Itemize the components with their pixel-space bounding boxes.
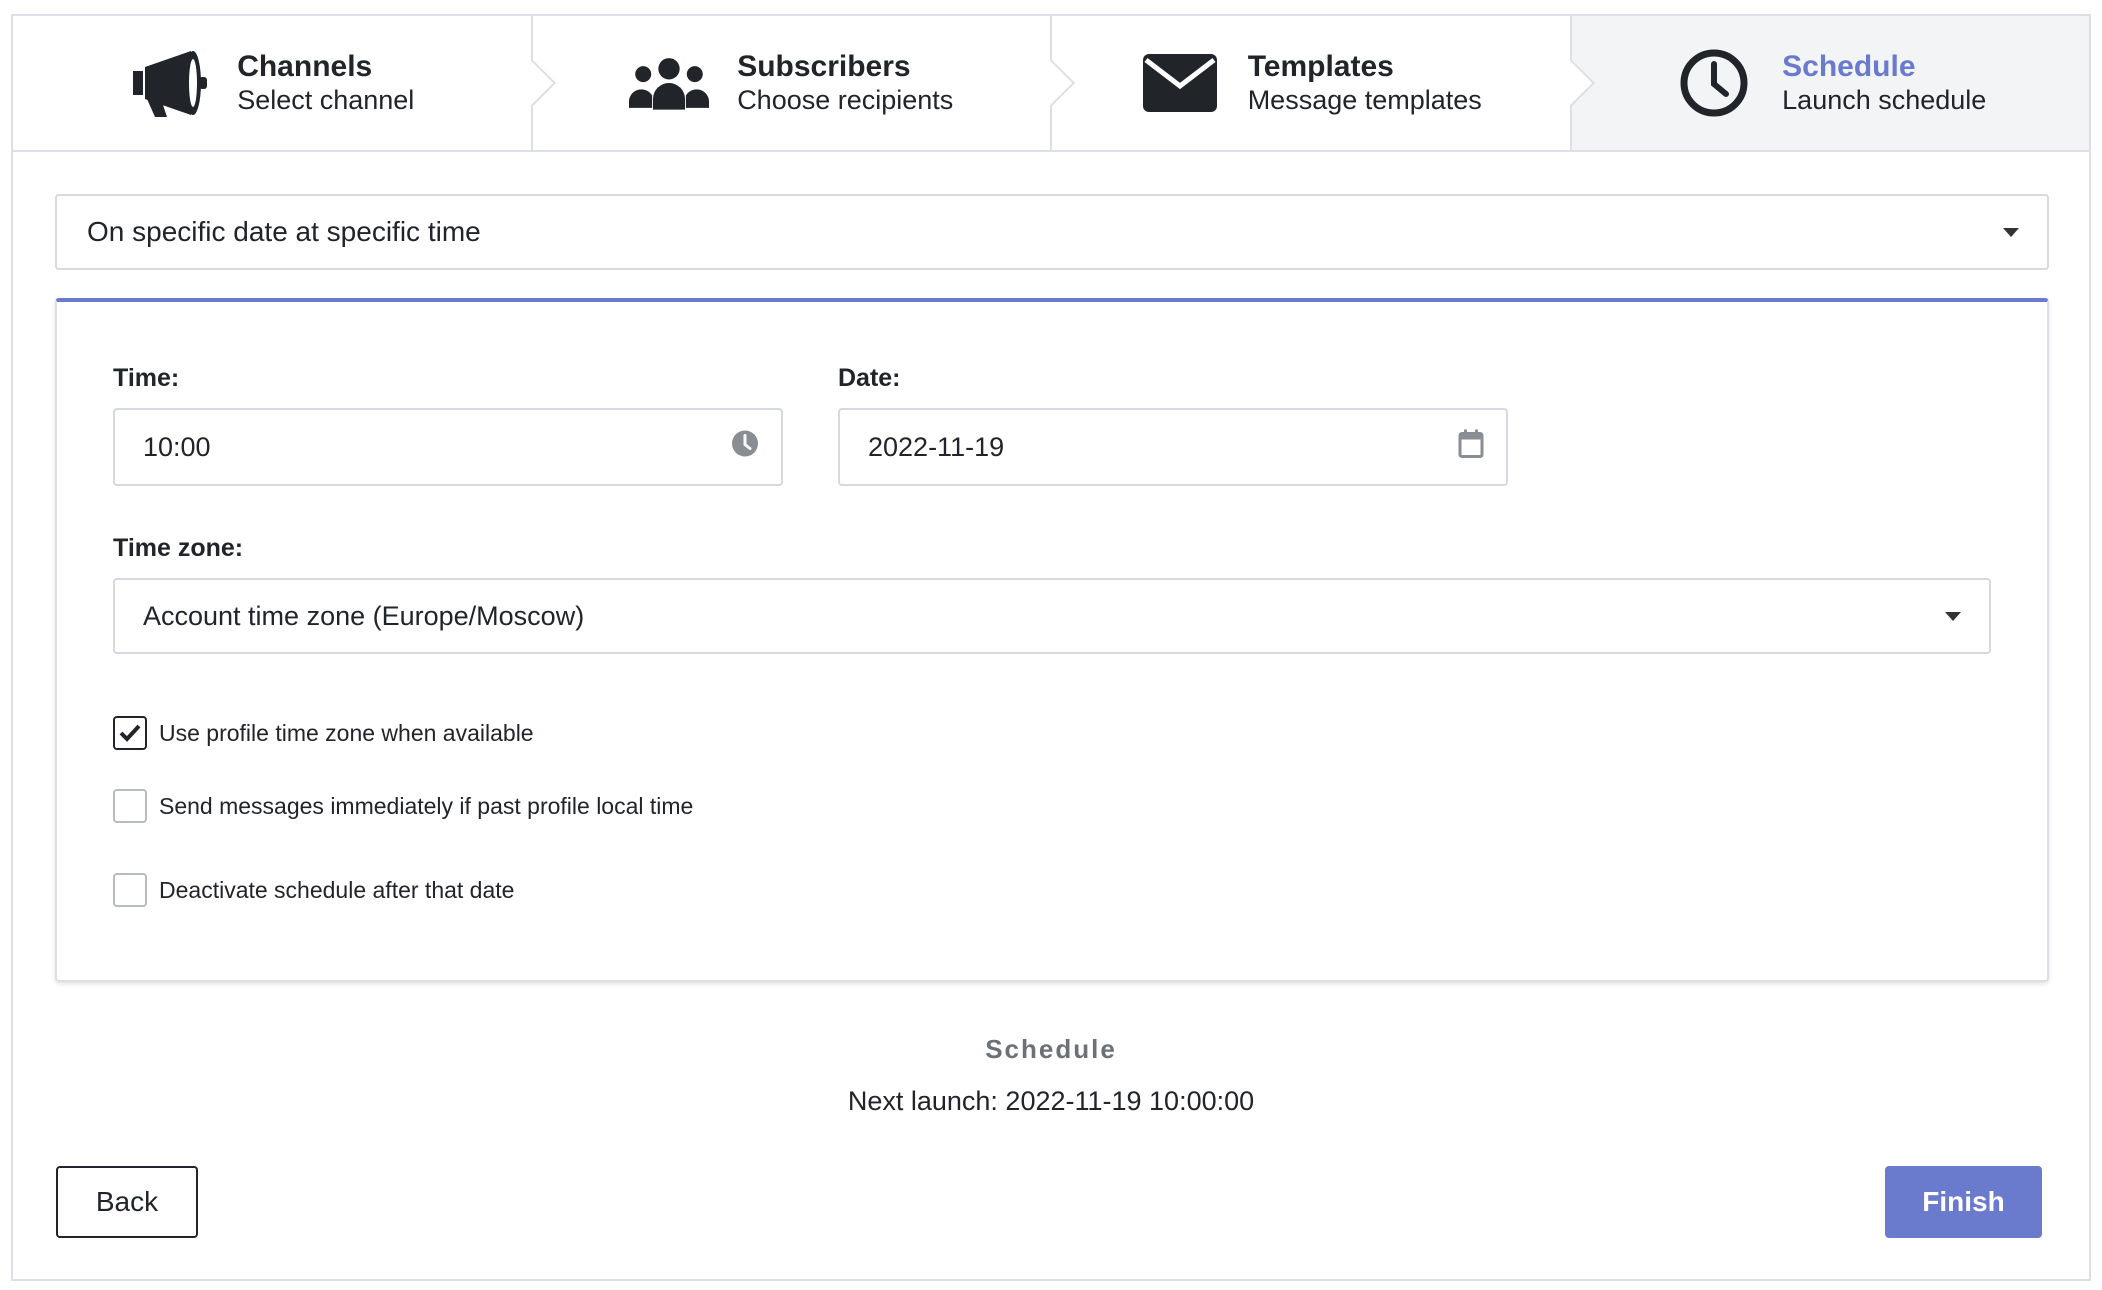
step-templates[interactable]: Templates Message templates — [1050, 16, 1595, 150]
back-button[interactable]: Back — [56, 1166, 198, 1238]
deactivate-schedule-label: Deactivate schedule after that date — [159, 876, 515, 903]
time-value: 10:00 — [143, 431, 211, 462]
step-title: Channels — [237, 50, 373, 83]
step-subtitle: Message templates — [1247, 85, 1482, 115]
send-immediately-checkbox[interactable] — [113, 789, 147, 823]
date-label: Date: — [838, 364, 901, 392]
date-input[interactable]: 2022-11-19 — [838, 408, 1508, 486]
chevron-down-icon — [2003, 228, 2019, 237]
step-title: Subscribers — [737, 50, 911, 83]
timezone-value: Account time zone (Europe/Moscow) — [143, 600, 585, 631]
checkmark-icon — [119, 724, 141, 742]
deactivate-schedule-option[interactable]: Deactivate schedule after that date — [113, 873, 514, 907]
users-icon — [629, 47, 710, 119]
envelope-icon — [1140, 47, 1220, 119]
profile-timezone-option[interactable]: Use profile time zone when available — [113, 716, 534, 750]
schedule-type-value: On specific date at specific time — [87, 216, 481, 247]
step-subtitle: Choose recipients — [737, 85, 954, 115]
step-subscribers[interactable]: Subscribers Choose recipients — [530, 16, 1076, 150]
step-title: Templates — [1247, 50, 1394, 83]
timezone-label: Time zone: — [113, 534, 244, 562]
clock-icon[interactable] — [731, 430, 759, 465]
step-title: Schedule — [1782, 50, 1916, 83]
send-immediately-label: Send messages immediately if past profil… — [159, 792, 694, 819]
next-launch-text: Next launch: 2022-11-19 10:00:00 — [847, 1086, 1255, 1116]
deactivate-schedule-checkbox[interactable] — [113, 873, 147, 907]
time-input[interactable]: 10:00 — [113, 408, 783, 486]
step-schedule[interactable]: Schedule Launch schedule — [1569, 16, 2089, 150]
chevron-down-icon — [1945, 612, 1961, 621]
timezone-select[interactable]: Account time zone (Europe/Moscow) — [113, 578, 1991, 654]
send-immediately-option[interactable]: Send messages immediately if past profil… — [113, 789, 693, 823]
schedule-type-select[interactable]: On specific date at specific time — [55, 194, 2049, 270]
wizard-frame: Channels Select channel Subscribers Choo… — [11, 14, 2091, 1281]
step-subtitle: Launch schedule — [1782, 85, 1987, 115]
summary-title: Schedule — [985, 1034, 1117, 1064]
wizard-steps: Channels Select channel Subscribers Choo… — [13, 16, 2089, 152]
step-subtitle: Select channel — [237, 85, 415, 115]
profile-timezone-checkbox[interactable] — [113, 716, 147, 750]
schedule-settings-card: Time: 10:00 Date: 2022-11-19 Time zone: … — [55, 298, 2049, 982]
clock-icon — [1674, 47, 1754, 119]
finish-button[interactable]: Finish — [1885, 1166, 2042, 1238]
calendar-icon[interactable] — [1458, 429, 1484, 466]
date-value: 2022-11-19 — [868, 431, 1005, 462]
profile-timezone-label: Use profile time zone when available — [159, 719, 534, 746]
time-label: Time: — [113, 364, 180, 392]
step-channels[interactable]: Channels Select channel — [13, 16, 556, 150]
megaphone-icon — [129, 47, 209, 119]
